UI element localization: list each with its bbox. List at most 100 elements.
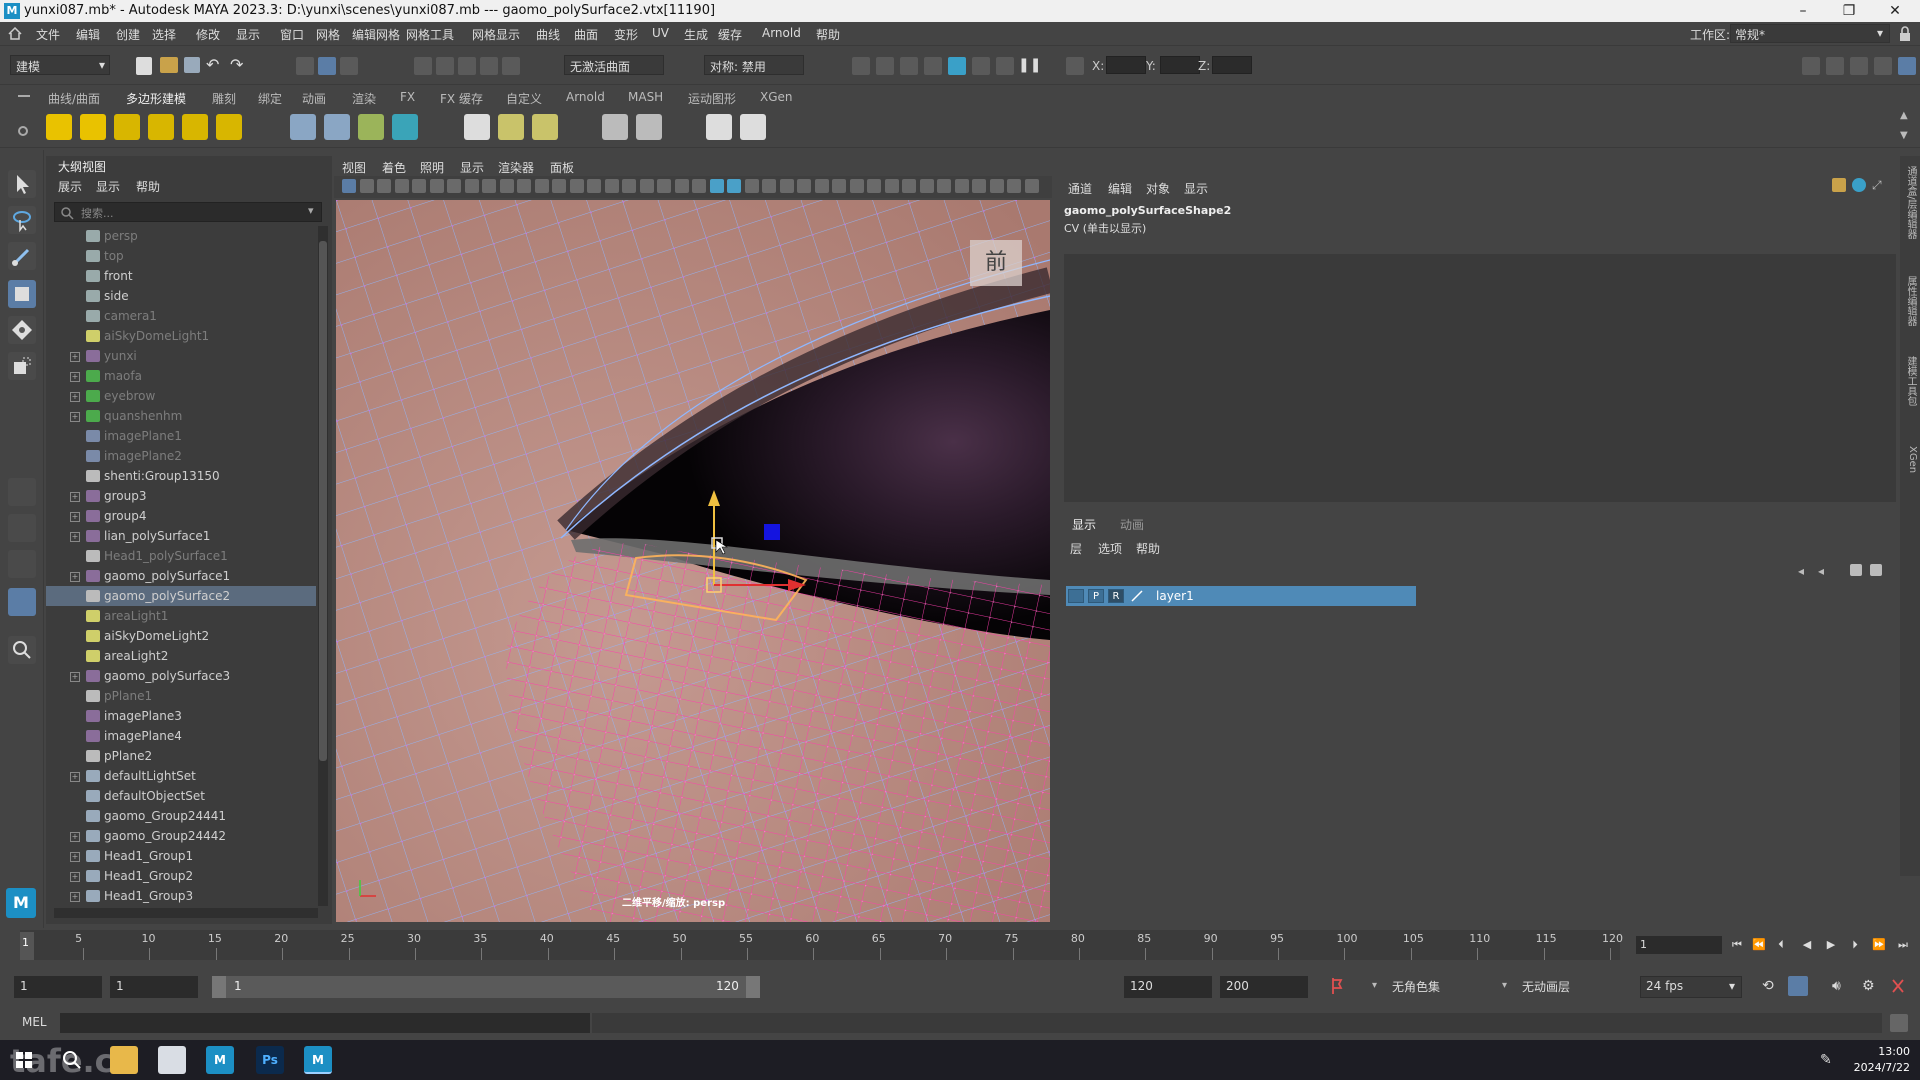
viewport-tool-icon[interactable]: [587, 179, 601, 193]
maya-home-icon[interactable]: M: [6, 888, 36, 918]
viewport-tool-icon[interactable]: [972, 179, 986, 193]
menu-6[interactable]: 窗口: [280, 26, 304, 43]
side-tab-modeling-toolkit[interactable]: 建模工具包: [1902, 356, 1918, 406]
poly-plane-icon[interactable]: [216, 114, 242, 140]
channel-menu-channels[interactable]: 通道: [1068, 180, 1092, 197]
shelf-tab-7[interactable]: FX 缓存: [440, 90, 483, 107]
photoshop-taskbar-icon[interactable]: Ps: [256, 1046, 284, 1074]
layer-menu-options[interactable]: 选项: [1098, 540, 1122, 557]
outliner-search-input[interactable]: 搜索...: [54, 202, 322, 222]
minimize-button[interactable]: –: [1780, 0, 1826, 22]
merge-icon[interactable]: [636, 114, 662, 140]
menu-16[interactable]: 缓存: [718, 26, 742, 43]
outliner-row[interactable]: + gaomo_polySurface3: [46, 666, 316, 686]
outliner-row[interactable]: imagePlane1: [46, 426, 316, 446]
shelf-tab-12[interactable]: XGen: [760, 90, 793, 104]
combine-icon[interactable]: [290, 114, 316, 140]
poly-cylinder-icon[interactable]: [182, 114, 208, 140]
persp-outliner-layout-icon[interactable]: [8, 550, 36, 578]
workspace-select[interactable]: 常规* ▾: [1730, 24, 1890, 43]
layer-editor-icon[interactable]: [1898, 57, 1916, 75]
y-coord-field[interactable]: [1160, 56, 1200, 74]
render-frame-icon[interactable]: [852, 57, 870, 75]
playback-end-field[interactable]: 120: [1124, 976, 1212, 998]
layer-name[interactable]: layer1: [1156, 589, 1194, 603]
viewport-tool-icon[interactable]: [954, 179, 969, 193]
viewport-tool-icon[interactable]: [657, 179, 671, 193]
outliner-row[interactable]: + Head1_Group3: [46, 886, 316, 906]
outliner-row[interactable]: front: [46, 266, 316, 286]
viewport-tool-icon[interactable]: [744, 179, 759, 193]
menu-1[interactable]: 编辑: [76, 26, 100, 43]
outliner-menu-help[interactable]: 帮助: [136, 178, 160, 195]
cache-playback-icon[interactable]: [1788, 976, 1808, 996]
transform-space-icon[interactable]: [1066, 57, 1084, 75]
outliner-row[interactable]: + lian_polySurface1: [46, 526, 316, 546]
outliner-row[interactable]: pPlane1: [46, 686, 316, 706]
menu-9[interactable]: 网格工具: [406, 26, 454, 43]
close-button[interactable]: ✕: [1872, 0, 1918, 22]
home-icon[interactable]: [8, 26, 22, 40]
viewport-tool-icon[interactable]: [709, 179, 724, 193]
menu-2[interactable]: 创建: [116, 26, 140, 43]
viewport-tool-icon[interactable]: [359, 179, 374, 193]
file-explorer-icon[interactable]: [110, 1046, 138, 1074]
outliner-row[interactable]: imagePlane2: [46, 446, 316, 466]
go-to-end-icon[interactable]: ⏭: [1896, 938, 1910, 952]
viewport-tool-icon[interactable]: [849, 179, 864, 193]
playback-start-field[interactable]: 1: [110, 976, 198, 998]
outliner-row[interactable]: camera1: [46, 306, 316, 326]
layer-menu-layers[interactable]: 层: [1070, 540, 1082, 557]
select-tool-icon[interactable]: [8, 170, 36, 198]
search-icon[interactable]: [8, 636, 36, 664]
viewport-menu-panels[interactable]: 面板: [550, 159, 574, 176]
outliner-row[interactable]: + group3: [46, 486, 316, 506]
bevel-icon[interactable]: [532, 114, 558, 140]
ipr-render-icon[interactable]: [900, 57, 918, 75]
viewport-tool-icon[interactable]: [919, 179, 934, 193]
expand-icon[interactable]: +: [70, 512, 80, 522]
menu-13[interactable]: 变形: [614, 26, 638, 43]
render-settings-icon[interactable]: [924, 57, 942, 75]
shelf-tab-10[interactable]: MASH: [628, 90, 663, 104]
lock-icon[interactable]: [1898, 26, 1912, 42]
script-language-label[interactable]: MEL: [22, 1015, 47, 1029]
outliner-row[interactable]: + gaomo_polySurface1: [46, 566, 316, 586]
viewport-menu-show[interactable]: 显示: [460, 159, 484, 176]
channel-box-icon[interactable]: [1874, 57, 1892, 75]
select-component-icon[interactable]: [340, 57, 358, 75]
go-to-start-icon[interactable]: ⏮: [1730, 938, 1744, 952]
play-backward-icon[interactable]: ◀: [1800, 938, 1814, 952]
viewport-menu-shading[interactable]: 着色: [382, 159, 406, 176]
snap-curve-icon[interactable]: [436, 57, 454, 75]
render-view-icon[interactable]: [972, 57, 990, 75]
time-ruler[interactable]: 5 10 15 20 25 30 35 40 45 50 55 60 65 70 75 80 85 90 95 100…: [20, 930, 1623, 960]
layer-playback-toggle[interactable]: P: [1088, 589, 1104, 603]
menu-7[interactable]: 网格: [316, 26, 340, 43]
outliner-row[interactable]: imagePlane4: [46, 726, 316, 746]
new-layer-selected-icon[interactable]: [1870, 564, 1882, 576]
anim-layer-chevron-icon[interactable]: ▾: [1502, 980, 1507, 991]
viewport-tool-icon[interactable]: [884, 179, 899, 193]
viewport-tool-icon[interactable]: [639, 179, 654, 193]
viewport-tool-icon[interactable]: [1024, 179, 1039, 193]
shelf-tab-0[interactable]: 曲线/曲面: [48, 90, 100, 107]
paint-select-tool-icon[interactable]: [8, 242, 36, 270]
expand-icon[interactable]: +: [70, 372, 80, 382]
viewport-tool-icon[interactable]: [464, 179, 479, 193]
layer-color-icon[interactable]: [1130, 589, 1144, 603]
side-tab-xgen[interactable]: XGen: [1902, 446, 1918, 473]
calendar-app-icon[interactable]: [158, 1046, 186, 1074]
outliner-layout-icon[interactable]: [8, 588, 36, 616]
undo-icon[interactable]: ↶: [206, 55, 219, 74]
bridge-icon[interactable]: [602, 114, 628, 140]
viewport-tool-icon[interactable]: [1007, 179, 1021, 193]
viewport-tool-icon[interactable]: [797, 179, 811, 193]
shelf-tab-5[interactable]: 渲染: [352, 90, 376, 107]
menu-5[interactable]: 显示: [236, 26, 260, 43]
side-tab-attribute-editor[interactable]: 属性编辑器: [1902, 276, 1918, 326]
live-surface-field[interactable]: 无激活曲面: [564, 55, 664, 75]
sound-icon[interactable]: 🔊︎: [1832, 978, 1841, 994]
viewport-tool-icon[interactable]: [762, 179, 776, 193]
outliner-row[interactable]: top: [46, 246, 316, 266]
